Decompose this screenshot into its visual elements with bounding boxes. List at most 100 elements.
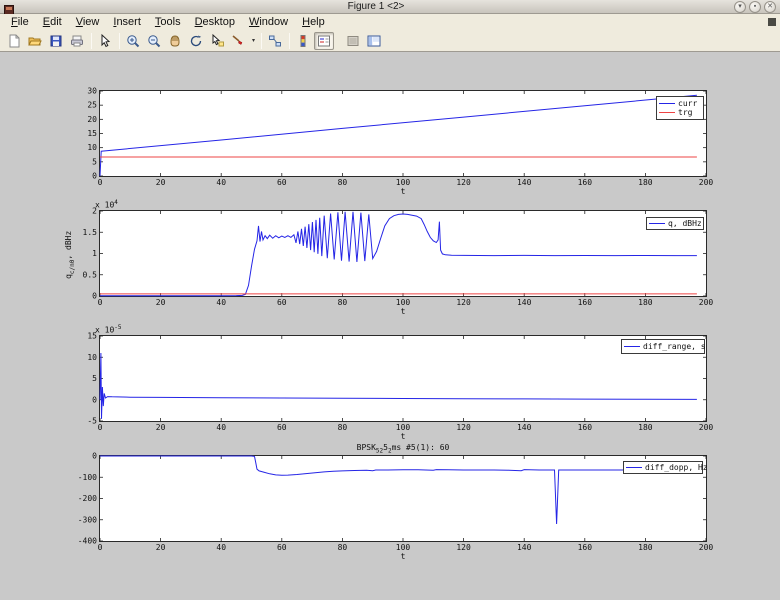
x-tick-label: 140 (517, 423, 532, 432)
legend-box[interactable]: currtrg (656, 96, 704, 120)
x-tick-label: 200 (699, 543, 714, 552)
maximize-button[interactable]: ▪ (749, 1, 761, 13)
show-plot-tools-icon[interactable] (364, 32, 384, 50)
x-tick-label: 100 (396, 178, 411, 187)
data-cursor-icon[interactable] (207, 32, 227, 50)
x-tick-label: 120 (456, 543, 471, 552)
menubar-corner-icon (768, 18, 776, 26)
y-tick-label: -200 (78, 494, 97, 503)
x-tick-label: 0 (98, 298, 103, 307)
menu-item-view[interactable]: View (69, 14, 107, 30)
legend-label: trg (678, 108, 692, 117)
y-tick-label: 20 (87, 115, 97, 124)
x-tick-label: 80 (338, 178, 348, 187)
close-button[interactable]: ✕ (764, 1, 776, 13)
x-tick-label: 80 (338, 298, 348, 307)
legend-box[interactable]: diff_range, s (621, 339, 705, 354)
legend-box[interactable]: diff_dopp, Hz (623, 461, 703, 474)
print-figure-icon[interactable] (67, 32, 87, 50)
y-tick-label: 25 (87, 101, 97, 110)
hide-plot-tools-icon[interactable] (343, 32, 363, 50)
y-tick-label: 0 (92, 292, 97, 301)
axes-svg: 020406080100120140160180200051015202530 (100, 91, 706, 176)
x-tick-label: 180 (638, 423, 653, 432)
axes-svg: 020406080100120140160180200-5051015 (100, 336, 706, 421)
rotate-3d-icon[interactable] (186, 32, 206, 50)
zoom-in-icon[interactable] (123, 32, 143, 50)
menu-item-insert[interactable]: Insert (106, 14, 148, 30)
x-tick-label: 120 (456, 178, 471, 187)
y-tick-label: 15 (87, 129, 97, 138)
subplot-diff-range[interactable]: 020406080100120140160180200-5051015tx 10… (99, 335, 707, 422)
y-tick-label: 1 (92, 249, 97, 258)
x-tick-label: 40 (216, 298, 226, 307)
series-diff_range (100, 353, 697, 419)
subplot-diff-dopp[interactable]: 020406080100120140160180200-400-300-200-… (99, 455, 707, 542)
menu-item-window[interactable]: Window (242, 14, 295, 30)
x-tick-label: 0 (98, 543, 103, 552)
legend-line-sample (626, 467, 642, 468)
x-tick-label: 20 (156, 543, 166, 552)
legend-entry: q, dBHz (649, 219, 701, 228)
pan-icon[interactable] (165, 32, 185, 50)
x-tick-label: 160 (578, 178, 593, 187)
x-tick-label: 120 (456, 298, 471, 307)
series-curr (100, 95, 697, 176)
menu-item-file[interactable]: File (4, 14, 36, 30)
y-tick-label: 0 (92, 452, 97, 461)
axes-svg: 020406080100120140160180200-400-300-200-… (100, 456, 706, 541)
y-tick-label: 0 (92, 395, 97, 404)
y-axis-exponent: x 104 (95, 199, 118, 210)
x-tick-label: 180 (638, 543, 653, 552)
insert-colorbar-icon[interactable] (293, 32, 313, 50)
titlebar[interactable]: Figure 1 <2> ▾ ▪ ✕ (0, 0, 780, 14)
legend-label: diff_dopp, Hz (645, 463, 708, 472)
y-tick-label: 10 (87, 143, 97, 152)
x-tick-label: 100 (396, 423, 411, 432)
x-tick-label: 100 (396, 543, 411, 552)
save-figure-icon[interactable] (46, 32, 66, 50)
x-tick-label: 140 (517, 543, 532, 552)
y-tick-label: 5 (92, 157, 97, 166)
y-axis-label: qc/n0, dBHz (64, 194, 76, 314)
y-tick-label: -100 (78, 473, 97, 482)
brush-dropdown-icon[interactable]: ▾ (249, 32, 258, 50)
x-tick-label: 200 (699, 298, 714, 307)
x-tick-label: 0 (98, 178, 103, 187)
x-tick-label: 180 (638, 178, 653, 187)
zoom-out-icon[interactable] (144, 32, 164, 50)
legend-box[interactable]: q, dBHz (646, 217, 704, 230)
subplot-q-dbhz[interactable]: 02040608010012014016018020000.511.52tx 1… (99, 210, 707, 297)
subplot-curr-trg[interactable]: 020406080100120140160180200051015202530t… (99, 90, 707, 177)
y-tick-label: 0.5 (83, 270, 98, 279)
menu-item-tools[interactable]: Tools (148, 14, 188, 30)
menu-item-edit[interactable]: Edit (36, 14, 69, 30)
legend-label: q, dBHz (668, 219, 702, 228)
menu-item-help[interactable]: Help (295, 14, 332, 30)
minimize-button[interactable]: ▾ (734, 1, 746, 13)
legend-entry: curr (659, 99, 701, 108)
x-tick-label: 20 (156, 423, 166, 432)
open-file-icon[interactable] (25, 32, 45, 50)
x-tick-label: 60 (277, 423, 287, 432)
x-tick-label: 180 (638, 298, 653, 307)
edit-plot-icon[interactable] (95, 32, 115, 50)
x-tick-label: 60 (277, 298, 287, 307)
menu-item-desktop[interactable]: Desktop (188, 14, 242, 30)
x-tick-label: 100 (396, 298, 411, 307)
x-tick-label: 0 (98, 423, 103, 432)
x-tick-label: 160 (578, 423, 593, 432)
legend-label: diff_range, s (643, 342, 706, 351)
brush-icon[interactable] (228, 32, 248, 50)
x-axis-label: t (100, 552, 706, 561)
subplot-title: BPSK5252ms #5(1): 60 (100, 443, 706, 455)
x-tick-label: 160 (578, 298, 593, 307)
new-figure-icon[interactable] (4, 32, 24, 50)
y-tick-label: -300 (78, 515, 97, 524)
insert-legend-icon[interactable] (314, 32, 334, 50)
x-tick-label: 40 (216, 423, 226, 432)
menubar: File Edit View Insert Tools Desktop Wind… (0, 14, 780, 30)
link-plot-icon[interactable] (265, 32, 285, 50)
series-q (100, 212, 697, 296)
x-tick-label: 20 (156, 298, 166, 307)
